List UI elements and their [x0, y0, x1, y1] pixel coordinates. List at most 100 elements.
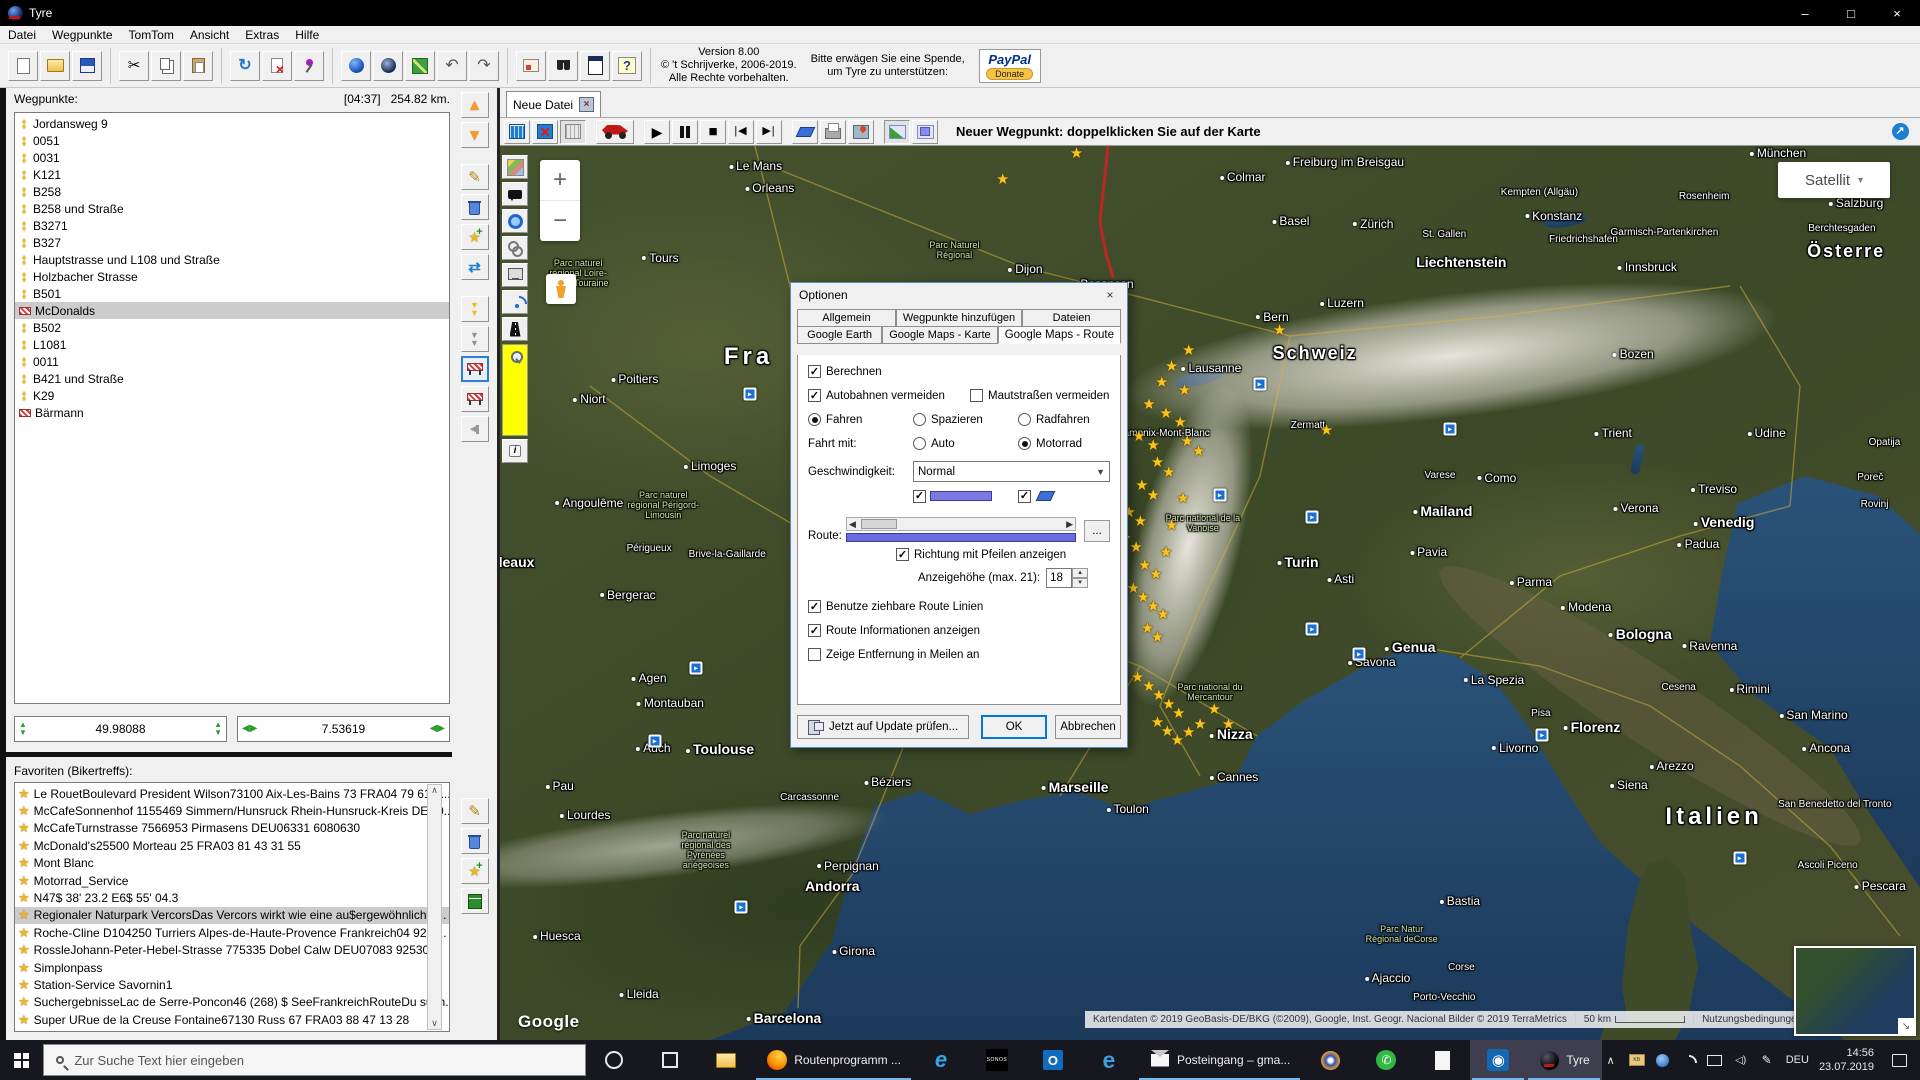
favorites-scrollbar[interactable]: ∧ ∨	[427, 784, 442, 1030]
dialog-title-bar[interactable]: Optionen ×	[791, 283, 1127, 307]
open-folder-button[interactable]	[40, 51, 70, 81]
waypoint-item[interactable]: ♦♦0031	[15, 149, 449, 166]
taskbar-app-wa[interactable]	[1358, 1040, 1414, 1080]
radio-radfahren[interactable]: Radfahren	[1018, 413, 1090, 426]
globe-button[interactable]	[341, 51, 371, 81]
barrier-button[interactable]	[461, 356, 489, 382]
book-favorite-button[interactable]	[461, 888, 489, 914]
tray-kb-icon[interactable]	[1628, 1051, 1646, 1069]
favorite-item[interactable]: ★RossleJohann-Peter-Hebel-Strasse 775335…	[15, 942, 449, 959]
speaker-button[interactable]	[461, 416, 489, 442]
anzeigehoehe-input[interactable]	[1046, 568, 1072, 588]
taskbar-app-ie[interactable]	[913, 1040, 969, 1080]
taskbar-app-edge[interactable]	[1081, 1040, 1137, 1080]
favorite-item[interactable]: ★McDonald's25500 Morteau 25 FRA03 81 43 …	[15, 837, 449, 854]
tab-google-earth[interactable]: Google Earth	[797, 326, 882, 344]
calc-plain-button[interactable]	[560, 120, 586, 144]
cut-button[interactable]	[119, 51, 149, 81]
poi-star-icon[interactable]: ★	[1155, 373, 1168, 391]
tab-dateien[interactable]: Dateien	[1022, 309, 1121, 326]
poi-star-icon[interactable]: ★	[996, 170, 1009, 188]
moto-button[interactable]	[596, 120, 634, 144]
zoom-in-button[interactable]: +	[540, 160, 580, 201]
calc-off-button[interactable]	[532, 120, 558, 144]
checkbox-meilen[interactable]: Zeige Entfernung in Meilen an	[808, 648, 979, 661]
info-map-button[interactable]	[502, 439, 528, 463]
play-button[interactable]	[644, 120, 670, 144]
map-search-strip[interactable]	[502, 344, 528, 436]
screen-button[interactable]	[516, 51, 546, 81]
route-width-control[interactable]: ◀▶	[846, 517, 1076, 542]
map-marker-icon[interactable]	[1536, 729, 1549, 742]
sync-icon[interactable]	[1890, 122, 1910, 142]
tray-pen-icon[interactable]	[1758, 1051, 1776, 1069]
route-color-swatch[interactable]	[930, 491, 992, 501]
save-button[interactable]	[72, 51, 102, 81]
tab-google-maps-karte[interactable]: Google Maps - Karte	[882, 326, 998, 344]
poi-star-icon[interactable]: ★	[1178, 381, 1191, 399]
maximize-button[interactable]: □	[1828, 0, 1874, 26]
zoom-out-button[interactable]: −	[540, 201, 580, 241]
waypoint-item[interactable]: ♦♦K121	[15, 166, 449, 183]
star-plus-button[interactable]	[461, 224, 489, 250]
pin-button[interactable]	[294, 51, 324, 81]
favorite-item[interactable]: ★SuchergebnisseLac de Serre-Poncon46 (26…	[15, 994, 449, 1011]
waypoint-item[interactable]: ♦♦Hauptstrasse und L108 und Straße	[15, 251, 449, 268]
map-marker-icon[interactable]	[1306, 511, 1319, 524]
monitor-map-button[interactable]	[502, 263, 528, 287]
poi-star-icon[interactable]: ★	[1134, 512, 1147, 530]
taskbar-app-mail[interactable]: Posteingang – gma...	[1137, 1040, 1302, 1080]
undo-button[interactable]	[437, 51, 467, 81]
map-marker-icon[interactable]	[689, 662, 702, 675]
del-button[interactable]	[262, 51, 292, 81]
waypoint-item[interactable]: ♦♦B502	[15, 319, 449, 336]
poi-star-icon[interactable]: ★	[1222, 715, 1235, 733]
menu-wegpunkte[interactable]: Wegpunkte	[44, 27, 121, 43]
pegman-button[interactable]	[546, 274, 576, 304]
favorite-item[interactable]: ★McCafeSonnenhof 1155469 Simmern/Hunsruc…	[15, 802, 449, 819]
menu-tomtom[interactable]: TomTom	[121, 27, 182, 43]
pause-button[interactable]	[672, 120, 698, 144]
img1-button[interactable]	[884, 120, 910, 144]
tray-vol-icon[interactable]	[1732, 1051, 1750, 1069]
poi-star-icon[interactable]: ★	[1151, 628, 1164, 646]
latitude-field[interactable]: ▲▼ 49.98088 ▲▼	[14, 716, 227, 742]
waypoint-item[interactable]: McDonalds	[15, 302, 449, 319]
paste-button[interactable]	[183, 51, 213, 81]
waypoint-item[interactable]: ♦♦B258	[15, 183, 449, 200]
radio-motorrad[interactable]: Motorrad	[1018, 437, 1082, 450]
checkbox-richtung-pfeile[interactable]: Richtung mit Pfeilen anzeigen	[896, 548, 1066, 561]
poi-star-icon[interactable]: ★	[1193, 715, 1206, 733]
next-button[interactable]	[756, 120, 782, 144]
close-button[interactable]: ×	[1874, 0, 1920, 26]
language-indicator[interactable]: DEU	[1786, 1054, 1809, 1066]
scroll-up-icon[interactable]: ∧	[431, 785, 438, 796]
taskbar-app-firefox[interactable]: Routenprogramm ...	[754, 1040, 913, 1080]
pencil-favorite-button[interactable]	[461, 798, 489, 824]
map-marker-icon[interactable]	[1253, 377, 1266, 390]
gearth-button[interactable]	[373, 51, 403, 81]
poi-star-icon[interactable]: ★	[1149, 565, 1162, 583]
chain-map-button[interactable]	[502, 236, 528, 260]
poi-star-icon[interactable]: ★	[1173, 413, 1186, 431]
taskbar-app-compass[interactable]	[1302, 1040, 1358, 1080]
radio-auto[interactable]: Auto	[913, 437, 1018, 450]
tab-wegpunkte-hinzuf-gen[interactable]: Wegpunkte hinzufügen	[896, 309, 1022, 326]
bubble-map-button[interactable]	[502, 182, 528, 206]
new-file-button[interactable]	[8, 51, 38, 81]
checkbox-autobahnen-vermeiden[interactable]: Autobahnen vermeiden	[808, 389, 958, 402]
poi-star-icon[interactable]: ★	[1159, 404, 1172, 422]
map-marker-icon[interactable]	[1306, 622, 1319, 635]
poi-star-icon[interactable]: ★	[1142, 395, 1155, 413]
map-marker-icon[interactable]	[1733, 851, 1746, 864]
lon-spinner-icon[interactable]: ◀▶	[242, 725, 257, 733]
tab-neue-datei[interactable]: Neue Datei ×	[506, 91, 601, 117]
clock[interactable]: 14:56 23.07.2019	[1819, 1046, 1874, 1074]
checkbox-ziehbare-linien[interactable]: Benutze ziehbare Route Linien	[808, 600, 983, 613]
taskbar-app-sonos[interactable]	[969, 1040, 1025, 1080]
tray-chev-icon[interactable]	[1602, 1051, 1620, 1069]
pencil-button[interactable]	[461, 164, 489, 190]
waypoint-item[interactable]: ♦♦B258 und Straße	[15, 200, 449, 217]
up-button[interactable]	[461, 92, 489, 118]
checkbox-berechnen[interactable]: Berechnen	[808, 365, 882, 378]
